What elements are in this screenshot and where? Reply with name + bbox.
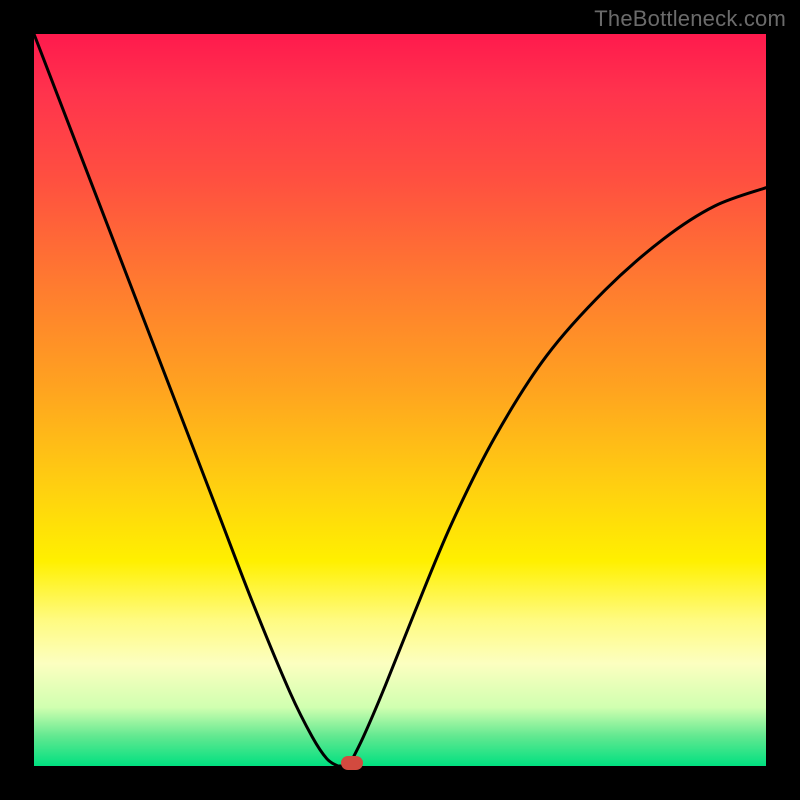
watermark-text: TheBottleneck.com xyxy=(594,6,786,32)
bottleneck-curve xyxy=(34,34,766,766)
optimum-marker xyxy=(341,756,363,770)
outer-frame: TheBottleneck.com xyxy=(0,0,800,800)
plot-area xyxy=(34,34,766,766)
